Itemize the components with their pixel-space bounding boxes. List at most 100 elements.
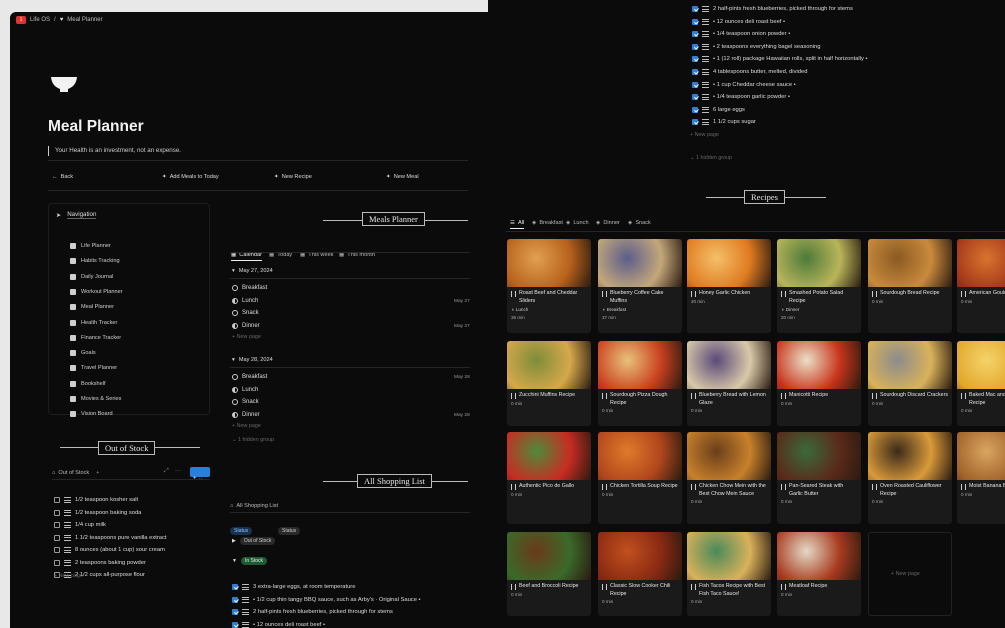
list-item[interactable]: 4 tablespoons butter, melted, divided	[692, 69, 807, 75]
checkbox-checked[interactable]	[692, 18, 698, 25]
list-item[interactable]: 2 half-pints fresh blueberries, picked t…	[692, 6, 853, 12]
checkbox[interactable]	[54, 497, 60, 503]
recipe-card[interactable]: American Goulash 0 min	[957, 239, 1005, 333]
checkbox[interactable]	[54, 509, 60, 516]
checkbox-checked[interactable]	[692, 119, 698, 126]
nav-item-travel-planner[interactable]: Travel Planner	[70, 365, 117, 372]
new-recipe-card[interactable]: + New page	[868, 532, 952, 616]
new-meal-button[interactable]: ✦ New Meal	[386, 174, 419, 180]
checkbox-checked[interactable]	[232, 621, 238, 628]
new-page-link[interactable]: + New page	[232, 423, 261, 429]
recipe-card[interactable]: Blueberry Bread with Lemon Glaze 0 min	[687, 341, 771, 426]
meal-row[interactable]: Snack	[232, 399, 259, 406]
list-item[interactable]: 1 1/2 teaspoons pure vanilla extract	[54, 534, 167, 541]
recipe-card[interactable]: Manicotti Recipe 0 min	[777, 341, 861, 426]
recipe-card[interactable]: Pan-Seared Steak with Garlic Butter 0 min	[777, 432, 861, 524]
day-header[interactable]: ▾ May 28, 2024	[232, 357, 273, 363]
list-item[interactable]: 6 large eggs	[692, 106, 745, 113]
recipe-card[interactable]: Smashed Potato Salad Recipe ◑ Dinner 20 min	[777, 239, 861, 333]
nav-item-habits-tracking[interactable]: Habits Tracking	[70, 258, 120, 265]
recipe-card[interactable]: Classic Slow Cooker Chili Recipe 0 min	[598, 532, 682, 616]
list-item[interactable]: 8 ounces (about 1 cup) sour cream	[54, 547, 165, 553]
recipe-card[interactable]: Moist Banana Bread 0 min	[957, 432, 1005, 524]
checkbox[interactable]	[54, 534, 60, 541]
list-item[interactable]: 1 1/2 cups sugar	[692, 119, 756, 126]
checkbox-checked[interactable]	[232, 609, 238, 615]
tab-breakfast[interactable]: ◈ Breakfast	[532, 220, 563, 226]
meal-row[interactable]: Dinner	[232, 322, 260, 329]
recipe-card[interactable]: Beef and Broccoli Recipe 0 min	[507, 532, 591, 616]
checkbox[interactable]	[54, 522, 60, 528]
list-item[interactable]: 2 half-pints fresh blueberries, picked t…	[232, 609, 393, 615]
recipe-card[interactable]: Roast Beef and Cheddar Sliders ◑ Lunch 35 m…	[507, 239, 591, 333]
recipe-card[interactable]: Meatloaf Recipe 0 min	[777, 532, 861, 616]
nav-item-movies-series[interactable]: Movies & Series	[70, 396, 121, 402]
checkbox-checked[interactable]	[692, 69, 698, 75]
recipe-card[interactable]: Sourdough Pizza Dough Recipe 0 min	[598, 341, 682, 426]
tab-all[interactable]: ☰ All	[510, 220, 525, 229]
list-item[interactable]: • 12 ounces deli roast beef •	[692, 18, 785, 25]
recipe-card[interactable]: Sourdough Discard Crackers 0 min	[868, 341, 952, 426]
list-item[interactable]: 3 extra-large eggs, at room temperature	[232, 584, 355, 590]
checkbox[interactable]	[54, 547, 60, 553]
breadcrumb-page[interactable]: Meal Planner	[67, 17, 102, 23]
status-filter-1[interactable]: Status	[230, 519, 253, 537]
recipe-card[interactable]: Chicken Tortilla Soup Recipe 0 min	[598, 432, 682, 524]
new-item-button[interactable]: + ⌄	[190, 467, 210, 482]
list-item[interactable]: • 12 ounces deli roast beef •	[232, 621, 325, 628]
checkbox-checked[interactable]	[692, 31, 698, 38]
list-item[interactable]: 1/2 teaspoon baking soda	[54, 509, 141, 516]
recipe-card[interactable]: Chicken Chow Mein with the Best Chow Mei…	[687, 432, 771, 524]
group-in-stock[interactable]: ▼ In Stock	[232, 557, 268, 565]
checkbox-checked[interactable]	[692, 94, 698, 101]
list-item[interactable]: • 1 cup Cheddar cheese sauce •	[692, 81, 796, 88]
checkbox-checked[interactable]	[692, 106, 698, 113]
recipe-card[interactable]: Blueberry Coffee Cake Muffins ◑ Breakfast 3…	[598, 239, 682, 333]
add-meals-button[interactable]: ✦ Add Meals to Today	[162, 174, 219, 180]
right-hidden-group[interactable]: ⌄ 1 hidden group	[690, 155, 732, 161]
breadcrumb-root[interactable]: Life OS	[30, 17, 50, 23]
tab-lunch[interactable]: ◈ Lunch	[566, 220, 589, 226]
recipe-card[interactable]: Baked Mac and Cheese Recipe 0 min	[957, 341, 1005, 426]
checkbox-checked[interactable]	[232, 584, 238, 590]
back-button[interactable]: ← Back	[52, 174, 73, 180]
more-icon[interactable]: ···	[175, 468, 181, 474]
new-page-link[interactable]: + New page	[232, 334, 261, 340]
recipe-card[interactable]: Zucchini Muffins Recipe 0 min	[507, 341, 591, 426]
recipe-card[interactable]: Sourdough Bread Recipe 0 min	[868, 239, 952, 333]
nav-item-vision-board[interactable]: Vision Board	[70, 411, 113, 418]
add-view-icon[interactable]: +	[96, 470, 99, 476]
out-of-stock-view-tab[interactable]: ⌂ Out of Stock +	[52, 470, 99, 476]
list-item[interactable]: • 1 (12 roll) package Hawaiian rolls, sp…	[692, 56, 868, 63]
nav-item-meal-planner[interactable]: Meal Planner	[70, 304, 114, 311]
nav-item-finance-tracker[interactable]: Finance Tracker	[70, 334, 121, 341]
tab-calendar[interactable]: ▦ Calendar	[231, 252, 262, 261]
right-new-page[interactable]: + New page	[690, 132, 719, 138]
day-header[interactable]: ▾ May 27, 2024	[232, 268, 273, 274]
nav-item-bookshelf[interactable]: Bookshelf	[70, 380, 106, 387]
list-item[interactable]: 2 teaspoons baking powder	[54, 559, 146, 566]
nav-item-life-planner[interactable]: Life Planner	[70, 243, 111, 249]
list-item[interactable]: 1/2 teaspoon kosher salt	[54, 497, 138, 503]
nav-item-workout-planner[interactable]: Workout Planner	[70, 288, 123, 295]
shopping-view-tab[interactable]: ⌂ All Shopping List	[230, 503, 278, 509]
meal-row[interactable]: Breakfast	[232, 285, 267, 291]
meal-row[interactable]: Dinner	[232, 411, 260, 418]
nav-item-health-tracker[interactable]: Health Tracker	[70, 319, 117, 326]
tab-dinner[interactable]: ◈ Dinner	[596, 220, 620, 226]
recipe-card[interactable]: Authentic Pico de Gallo 0 min	[507, 432, 591, 524]
list-item[interactable]: • 1/4 teaspoon garlic powder •	[692, 94, 790, 101]
nav-item-daily-journal[interactable]: Daily Journal	[70, 273, 113, 280]
group-out-of-stock[interactable]: ▶ Out of Stock	[232, 537, 276, 545]
list-item[interactable]: • 1/2 cup thin tangy BBQ sauce, such as …	[232, 596, 421, 603]
checkbox-checked[interactable]	[692, 56, 698, 63]
meal-row[interactable]: Snack	[232, 310, 259, 317]
status-filter-2[interactable]: Status	[278, 519, 301, 537]
checkbox-checked[interactable]	[692, 43, 698, 50]
recipe-card[interactable]: Honey Garlic Chicken 20 min	[687, 239, 771, 333]
list-item[interactable]: 1/4 cup milk	[54, 522, 106, 528]
list-item[interactable]: • 2 teaspoons everything bagel seasoning	[692, 43, 820, 50]
oos-new-page[interactable]: + New page	[54, 573, 83, 579]
meal-row[interactable]: Lunch	[232, 386, 258, 393]
recipe-card[interactable]: Fish Tacos Recipe with Best Fish Taco Sa…	[687, 532, 771, 616]
